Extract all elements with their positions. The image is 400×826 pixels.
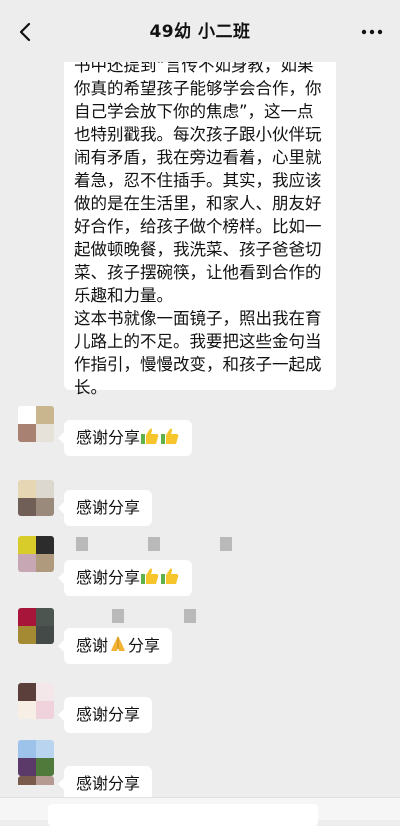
more-button[interactable] xyxy=(360,22,384,42)
nickname-redacted xyxy=(76,536,292,551)
message-text: 感谢分享 xyxy=(76,774,141,793)
message-paragraph-2: 这本书就像一面镜子，照出我在育儿路上的不足。我要把这些金句当作指引，慢慢改变，和… xyxy=(74,309,322,397)
avatar[interactable] xyxy=(18,536,54,572)
avatar[interactable] xyxy=(18,480,54,516)
folded-hands-icon xyxy=(108,631,128,667)
message-bubble-long[interactable]: 书中还提到“言传不如身教，如果你真的希望孩子能够学会合作，你自己学会放下你的焦虑… xyxy=(64,44,336,397)
avatar-lower xyxy=(18,776,54,794)
message-text: 感谢分享 xyxy=(76,428,141,447)
message-bubble[interactable]: 感谢分享 xyxy=(57,420,193,459)
chat-area: 书中还提到“言传不如身教，如果你真的希望孩子能够学会合作，你自己学会放下你的焦虑… xyxy=(0,0,400,820)
thumbs-up-icon xyxy=(140,563,180,599)
top-bar: 49幼 小二班 xyxy=(0,0,400,62)
message-text-after: 分享 xyxy=(128,636,161,655)
message-paragraph-1: 书中还提到“言传不如身教，如果你真的希望孩子能够学会合作，你自己学会放下你的焦虑… xyxy=(74,56,322,305)
message-bubble[interactable]: 感谢分享 xyxy=(57,628,173,667)
message-bubble[interactable]: 感谢分享 xyxy=(57,490,153,526)
avatar[interactable] xyxy=(18,608,54,644)
ellipsis-icon xyxy=(361,29,383,35)
avatar[interactable] xyxy=(18,740,54,776)
nickname-redacted xyxy=(112,608,256,623)
message-bubble[interactable]: 感谢分享 xyxy=(57,697,153,733)
message-bubble[interactable]: 感谢分享 xyxy=(57,560,193,599)
message-text: 感谢分享 xyxy=(76,705,141,724)
avatar[interactable] xyxy=(18,683,54,719)
message-text: 感谢分享 xyxy=(76,498,141,517)
input-bar xyxy=(0,797,400,826)
thumbs-up-icon xyxy=(140,423,180,459)
message-input[interactable] xyxy=(48,804,318,826)
message-text: 感谢分享 xyxy=(76,568,141,587)
avatar[interactable] xyxy=(18,406,54,442)
message-text-before: 感谢 xyxy=(76,636,109,655)
chat-title: 49幼 小二班 xyxy=(149,22,251,42)
